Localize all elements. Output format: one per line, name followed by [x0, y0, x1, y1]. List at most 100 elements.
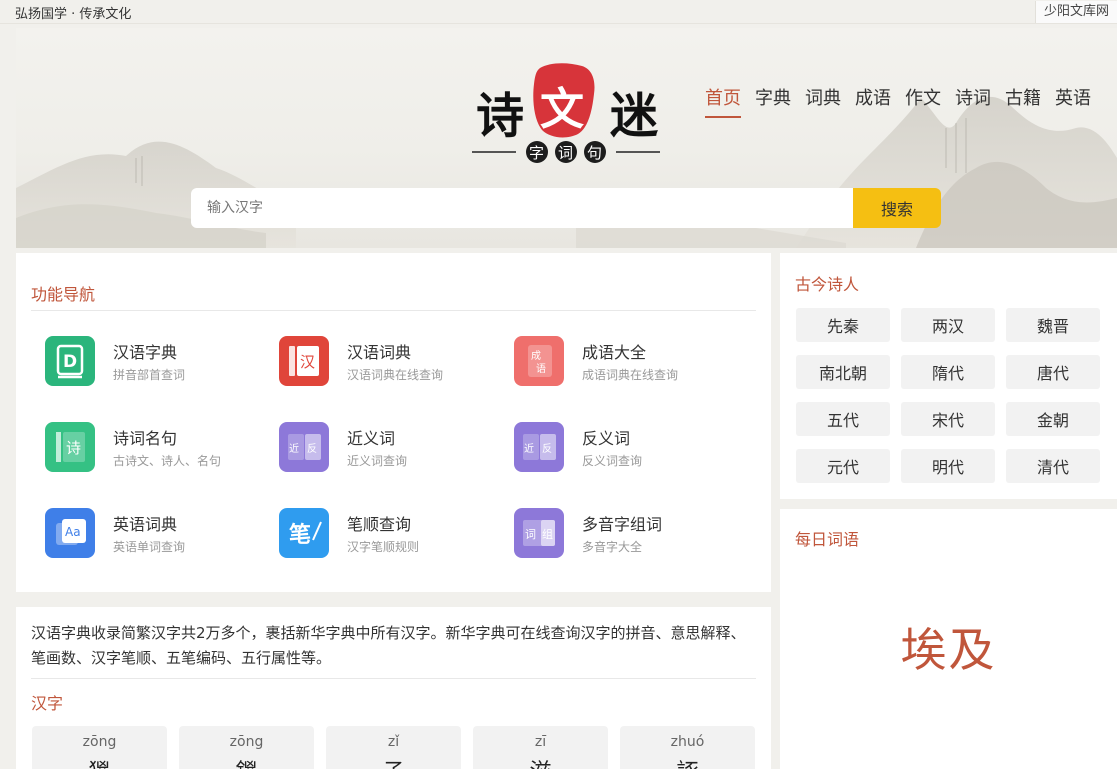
idiom-book-icon: 成语	[514, 336, 564, 386]
feature-desc: 成语词典在线查询	[582, 368, 679, 382]
svg-text:近: 近	[524, 442, 534, 455]
feature-chengyu[interactable]: 成语 成语大全 成语词典在线查询	[514, 335, 734, 387]
daily-word[interactable]: 埃及	[780, 614, 1117, 680]
svg-text:成: 成	[531, 350, 541, 362]
era-button[interactable]: 两汉	[901, 308, 995, 342]
nav-item-home[interactable]: 首页	[705, 84, 741, 118]
svg-text:Aa: Aa	[65, 525, 81, 539]
char-glyph: 猣	[32, 754, 167, 769]
feature-hanyu-cidian[interactable]: 汉 汉语词典 汉语词典在线查询	[279, 335, 499, 387]
svg-text:句: 句	[587, 144, 602, 162]
char-card[interactable]: zhuó 諑	[620, 726, 755, 769]
search-button[interactable]: 搜索	[853, 188, 941, 228]
nav-item-cidian[interactable]: 词典	[805, 84, 841, 110]
char-card[interactable]: zǐ 子	[326, 726, 461, 769]
nav-item-english[interactable]: 英语	[1055, 84, 1091, 110]
han-book-icon: 汉	[279, 336, 329, 386]
svg-text:笔: 笔	[289, 522, 311, 548]
era-button[interactable]: 魏晋	[1006, 308, 1100, 342]
synonym-icon: 近反	[279, 422, 329, 472]
svg-text:D: D	[63, 352, 77, 372]
era-button[interactable]: 清代	[1006, 449, 1100, 483]
poets-panel: 古今诗人 先秦 两汉 魏晋 南北朝 隋代 唐代 五代 宋代 金朝 元代 明代 清…	[780, 253, 1117, 499]
daily-word-title: 每日词语	[795, 530, 860, 549]
svg-text:诗: 诗	[476, 88, 524, 144]
svg-text:语: 语	[536, 363, 546, 375]
feature-nav-panel: 功能导航 D 汉语字典 拼音部首查词 汉 汉语词典 汉语词典在线查询 成语 成语…	[16, 253, 771, 592]
feature-title: 反义词	[582, 429, 631, 448]
nav-item-guji[interactable]: 古籍	[1005, 84, 1041, 110]
chars-title: 汉字	[31, 694, 64, 713]
svg-text:词: 词	[558, 144, 573, 162]
feature-desc: 反义词查询	[582, 454, 643, 468]
feature-desc: 近义词查询	[347, 454, 408, 468]
nav-item-zidian[interactable]: 字典	[755, 84, 791, 110]
feature-english[interactable]: Aa 英语词典 英语单词查询	[45, 507, 265, 559]
svg-text:组: 组	[542, 527, 553, 541]
feature-desc: 拼音部首查词	[113, 368, 186, 382]
feature-title: 汉语词典	[347, 343, 412, 362]
era-button[interactable]: 明代	[901, 449, 995, 483]
feature-synonym[interactable]: 近反 近义词 近义词查询	[279, 421, 499, 473]
feature-title: 多音字组词	[582, 515, 663, 534]
feature-desc: 古诗文、诗人、名句	[113, 454, 222, 468]
char-card[interactable]: zōng 猣	[32, 726, 167, 769]
divider	[31, 310, 756, 311]
feature-title: 近义词	[347, 429, 396, 448]
feature-title: 成语大全	[582, 343, 647, 362]
daily-word-panel: 每日词语 埃及	[780, 509, 1117, 769]
char-pinyin: zhuó	[670, 734, 705, 750]
era-button[interactable]: 先秦	[796, 308, 890, 342]
char-card[interactable]: zōng 鍐	[179, 726, 314, 769]
feature-title: 笔顺查询	[347, 515, 412, 534]
intro-panel: 汉语字典收录简繁汉字共2万多个，裹括新华字典中所有汉字。新华字典可在线查询汉字的…	[16, 607, 771, 769]
english-aa-icon: Aa	[45, 508, 95, 558]
char-pinyin: zōng	[82, 734, 117, 750]
stroke-pen-icon: 笔	[279, 508, 329, 558]
era-button[interactable]: 宋代	[901, 402, 995, 436]
feature-desc: 汉语词典在线查询	[347, 368, 444, 382]
nav-item-chengyu[interactable]: 成语	[855, 84, 891, 110]
top-bar: 弘扬国学 · 传承文化 少阳文库网	[0, 0, 1117, 24]
svg-text:字: 字	[529, 144, 544, 162]
feature-hanyu-zidian[interactable]: D 汉语字典 拼音部首查词	[45, 335, 265, 387]
nav-item-zuowen[interactable]: 作文	[905, 84, 941, 110]
feature-title: 汉语字典	[113, 343, 178, 362]
era-grid: 先秦 两汉 魏晋 南北朝 隋代 唐代 五代 宋代 金朝 元代 明代 清代	[796, 308, 1100, 483]
feature-polyphone[interactable]: 词组 多音字组词 多音字大全	[514, 507, 734, 559]
char-card[interactable]: zī 滋	[473, 726, 608, 769]
search-input[interactable]	[191, 188, 853, 228]
nav-item-shici[interactable]: 诗词	[955, 84, 991, 110]
dictionary-d-icon: D	[45, 336, 95, 386]
char-pinyin: zī	[534, 734, 547, 750]
antonym-icon: 近反	[514, 422, 564, 472]
era-button[interactable]: 五代	[796, 402, 890, 436]
char-pinyin: zǐ	[387, 734, 400, 750]
search-bar: 搜索	[191, 188, 941, 228]
char-list: zōng 猣 zōng 鍐 zǐ 子 zī 滋 zhuó 諑	[32, 726, 755, 769]
char-glyph: 滋	[473, 754, 608, 769]
char-pinyin: zōng	[229, 734, 264, 750]
svg-text:迷: 迷	[610, 88, 658, 144]
site-logo[interactable]: 诗 文 迷 字 词 句	[470, 60, 662, 166]
era-button[interactable]: 南北朝	[796, 355, 890, 389]
feature-title: 英语词典	[113, 515, 178, 534]
poets-title: 古今诗人	[795, 275, 860, 294]
char-glyph: 鍐	[179, 754, 314, 769]
feature-antonym[interactable]: 近反 反义词 反义词查询	[514, 421, 734, 473]
svg-text:近: 近	[289, 442, 299, 455]
poetry-book-icon: 诗	[45, 422, 95, 472]
era-button[interactable]: 唐代	[1006, 355, 1100, 389]
char-glyph: 子	[326, 754, 461, 769]
feature-stroke-order[interactable]: 笔 笔顺查询 汉字笔顺规则	[279, 507, 499, 559]
divider	[31, 678, 756, 679]
feature-shici[interactable]: 诗 诗词名句 古诗文、诗人、名句	[45, 421, 265, 473]
era-button[interactable]: 隋代	[901, 355, 995, 389]
era-button[interactable]: 金朝	[1006, 402, 1100, 436]
svg-text:汉: 汉	[300, 353, 315, 371]
era-button[interactable]: 元代	[796, 449, 890, 483]
feature-desc: 汉字笔顺规则	[347, 540, 420, 554]
char-glyph: 諑	[620, 754, 755, 769]
site-name-link[interactable]: 少阳文库网	[1034, 1, 1117, 23]
main-nav: 首页 字典 词典 成语 作文 诗词 古籍 英语	[691, 84, 1091, 118]
